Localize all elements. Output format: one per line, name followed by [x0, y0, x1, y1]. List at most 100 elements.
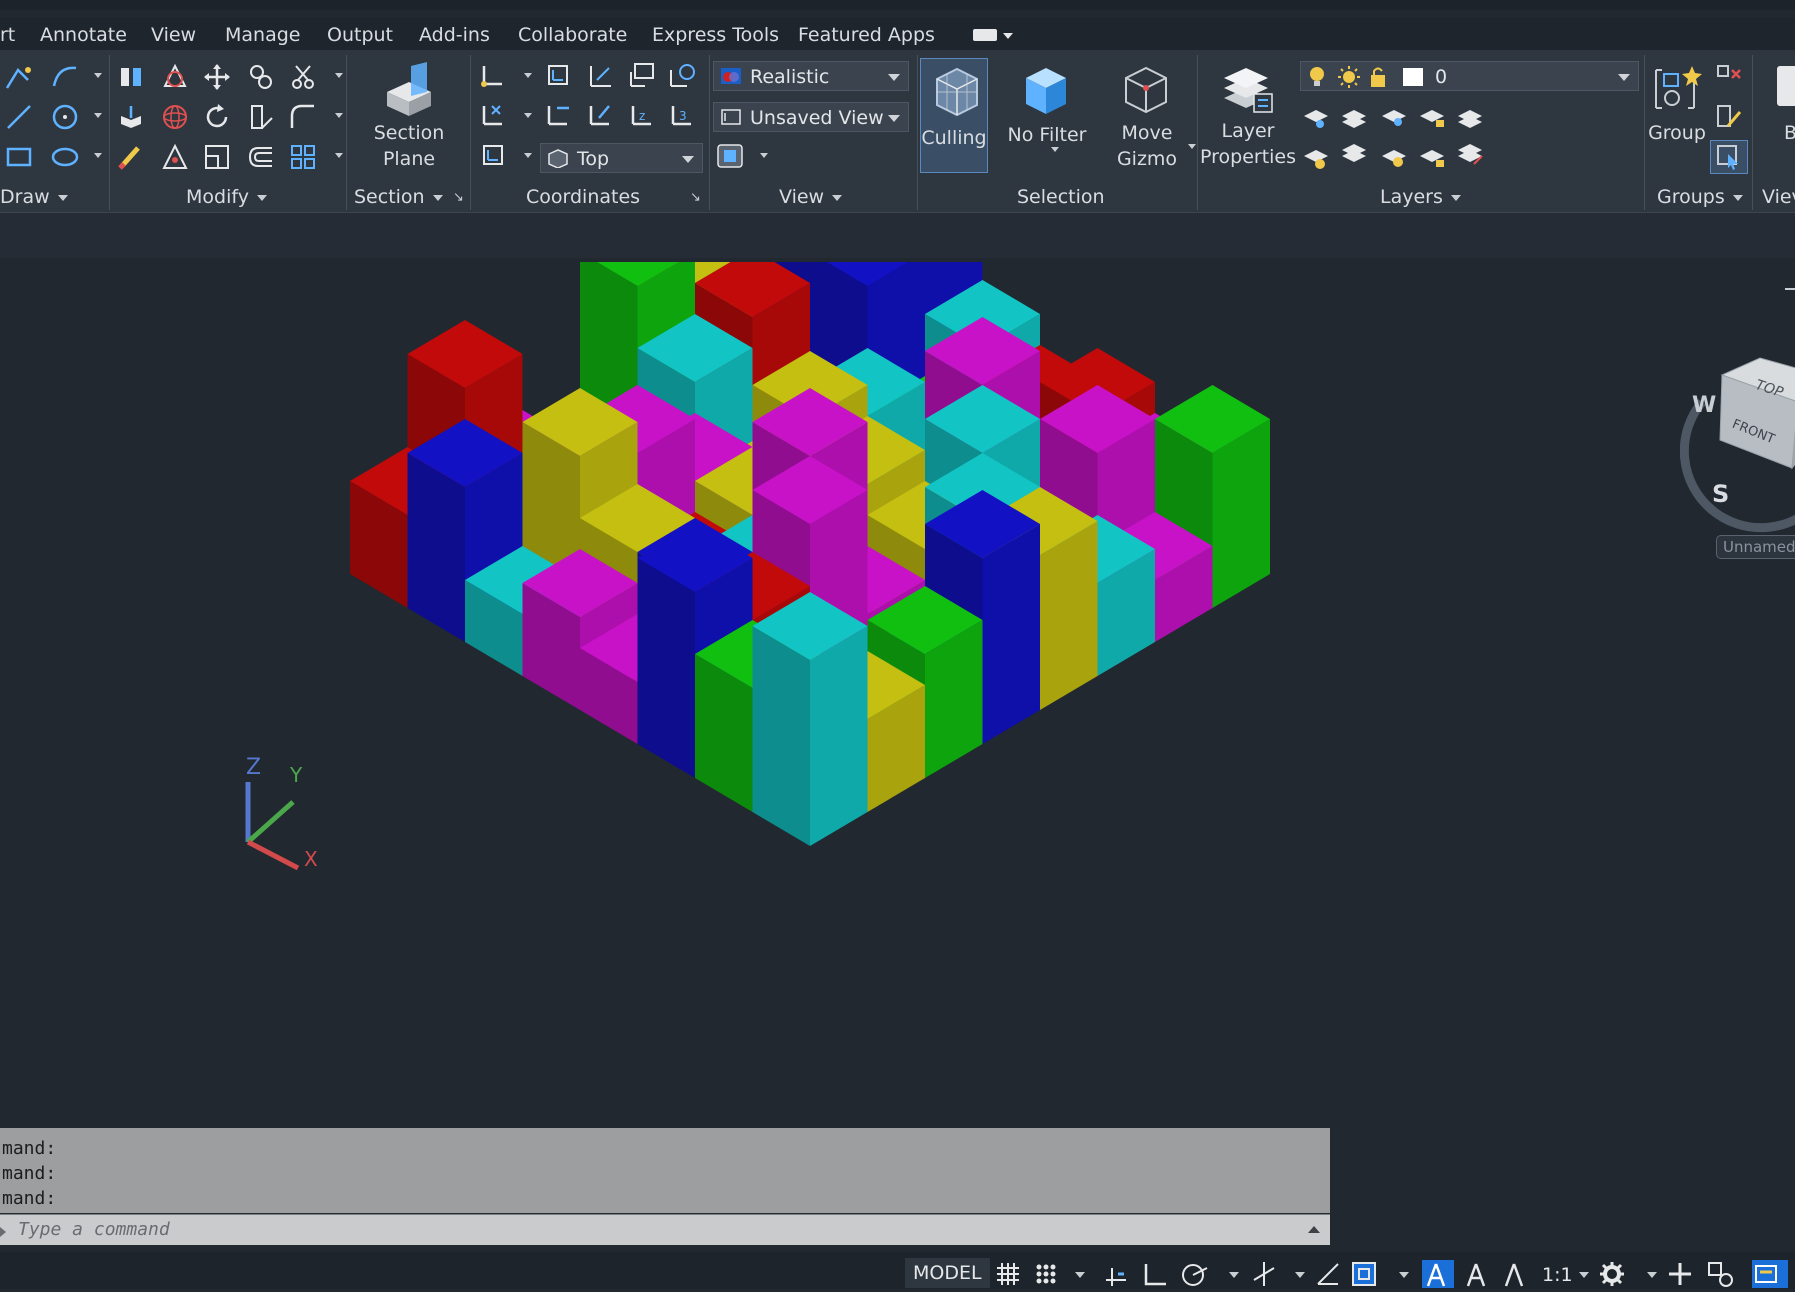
panel-section[interactable]: Section — [354, 186, 443, 208]
panel-view[interactable]: View — [779, 186, 843, 208]
array-icon[interactable] — [288, 142, 318, 172]
viewcube-w-label[interactable]: W — [1692, 393, 1716, 418]
viewport-restore-icon[interactable] — [1785, 288, 1795, 290]
chevron-down-icon[interactable] — [83, 100, 102, 130]
panel-groups[interactable]: Groups — [1657, 186, 1743, 208]
panel-modify[interactable]: Modify — [186, 186, 267, 208]
block-right-face[interactable] — [982, 524, 1041, 744]
chevron-down-icon[interactable] — [1638, 1260, 1657, 1288]
annotation-scale-icon[interactable] — [1500, 1260, 1528, 1288]
tab-view[interactable]: View — [151, 24, 196, 46]
chevron-down-icon[interactable] — [324, 140, 343, 170]
clean-screen-icon[interactable] — [1752, 1260, 1788, 1288]
arc-icon[interactable] — [50, 62, 80, 92]
view-block-icon[interactable] — [1777, 66, 1795, 106]
section-plane-button[interactable]: Section Plane — [372, 120, 446, 172]
no-filter-icon[interactable] — [1018, 62, 1074, 116]
workspace-switcher-icon[interactable] — [973, 27, 1013, 43]
panel-launcher-icon[interactable]: ↘ — [453, 190, 464, 205]
command-options-icon[interactable] — [0, 1227, 6, 1237]
viewport-config-icon[interactable] — [715, 142, 745, 172]
trim-icon[interactable] — [288, 62, 318, 92]
infer-constraints-icon[interactable] — [1102, 1260, 1130, 1288]
ucs-face-icon[interactable] — [627, 60, 657, 90]
tab-featured-apps[interactable]: Featured Apps — [798, 24, 935, 46]
chevron-down-icon[interactable] — [1177, 140, 1196, 170]
layer-properties-button[interactable]: Layer Properties — [1200, 118, 1296, 170]
group-button[interactable]: Group — [1640, 120, 1714, 146]
snap-icon[interactable] — [1032, 1260, 1060, 1288]
circle-icon[interactable] — [50, 102, 80, 132]
panel-layers[interactable]: Layers — [1380, 186, 1461, 208]
section-plane-icon[interactable] — [381, 62, 437, 116]
line-icon[interactable] — [4, 102, 34, 132]
annotation-scale-value[interactable]: 1:1 — [1542, 1264, 1573, 1286]
plus-icon[interactable] — [1666, 1260, 1694, 1288]
isolate-objects-icon[interactable] — [1706, 1260, 1734, 1288]
model-space-button[interactable]: MODEL — [905, 1258, 990, 1288]
chevron-down-icon[interactable] — [83, 60, 102, 90]
panel-view-2[interactable]: Viev — [1762, 186, 1795, 208]
saved-view-dropdown[interactable]: Unsaved View — [713, 102, 909, 132]
viewcube[interactable]: TOP FRONT RI W S — [1679, 350, 1795, 550]
tab-manage[interactable]: Manage — [225, 24, 300, 46]
group-edit-icon[interactable] — [1714, 102, 1744, 132]
sphere-icon[interactable] — [160, 102, 190, 132]
stretch-icon[interactable] — [246, 102, 276, 132]
panel-coordinates[interactable]: Coordinates — [526, 186, 640, 208]
ucs-origin-icon[interactable] — [585, 60, 615, 90]
gear-icon[interactable] — [1598, 1260, 1626, 1288]
command-history-toggle-icon[interactable] — [1308, 1226, 1320, 1233]
group-icon[interactable] — [1650, 62, 1706, 114]
ucs-named-icon[interactable] — [478, 140, 508, 170]
chevron-down-icon[interactable] — [1220, 1260, 1239, 1288]
tab-output[interactable]: Output — [327, 24, 393, 46]
ungroup-icon[interactable] — [1714, 62, 1744, 92]
ucs-view-icon[interactable] — [543, 60, 573, 90]
ucs-world-icon[interactable] — [667, 60, 697, 90]
chevron-down-icon[interactable] — [1066, 1260, 1085, 1288]
object-snap-icon[interactable] — [1350, 1260, 1378, 1288]
viewcube-s-label[interactable]: S — [1712, 480, 1729, 508]
block-left-face[interactable] — [637, 558, 696, 778]
3d-align-icon[interactable] — [160, 142, 190, 172]
tab-collaborate[interactable]: Collaborate — [518, 24, 627, 46]
chevron-down-icon[interactable] — [513, 60, 532, 90]
fillet-icon[interactable] — [288, 102, 318, 132]
block-right-face[interactable] — [810, 626, 868, 846]
scale-icon[interactable] — [202, 142, 232, 172]
chevron-down-icon[interactable] — [1390, 1260, 1409, 1288]
chevron-down-icon[interactable] — [324, 60, 343, 90]
isodraft-icon[interactable] — [1250, 1260, 1278, 1288]
mirror-icon[interactable] — [116, 62, 146, 92]
block-left-face[interactable] — [752, 626, 811, 846]
annotation-visibility-icon[interactable] — [1422, 1260, 1454, 1288]
object-snap-tracking-icon[interactable] — [1314, 1260, 1342, 1288]
chevron-down-icon[interactable] — [513, 100, 532, 130]
chevron-down-icon[interactable] — [513, 140, 532, 170]
panel-launcher-icon[interactable]: ↘ — [690, 190, 701, 205]
move-gizmo-icon[interactable] — [1118, 62, 1174, 116]
move-icon[interactable] — [202, 62, 232, 92]
culling-button[interactable]: Culling — [920, 58, 988, 173]
tab-annotate[interactable]: Annotate — [40, 24, 127, 46]
chevron-down-icon[interactable] — [1286, 1260, 1305, 1288]
ucs-y-icon[interactable] — [543, 100, 573, 130]
group-selection-toggle[interactable] — [1710, 140, 1748, 174]
panel-draw[interactable]: Draw — [0, 186, 68, 208]
chevron-down-icon[interactable] — [749, 140, 768, 170]
polar-tracking-icon[interactable] — [1180, 1260, 1208, 1288]
ucs-x-icon[interactable] — [478, 100, 508, 130]
ucs-z-icon[interactable] — [585, 100, 615, 130]
extrude-icon[interactable] — [116, 102, 146, 132]
ucs-icon[interactable] — [478, 60, 508, 90]
tab-insert[interactable]: rt — [0, 24, 15, 46]
ortho-icon[interactable] — [1140, 1260, 1168, 1288]
copy-icon[interactable] — [246, 62, 276, 92]
erase-icon[interactable] — [116, 142, 146, 172]
command-input[interactable]: Type a command — [0, 1214, 1330, 1245]
chevron-down-icon[interactable] — [1570, 1260, 1589, 1288]
ucs-object-icon[interactable]: 3 — [667, 100, 697, 130]
layer-dropdown[interactable]: 0 — [1300, 61, 1639, 91]
layer-properties-icon[interactable] — [1218, 58, 1276, 116]
